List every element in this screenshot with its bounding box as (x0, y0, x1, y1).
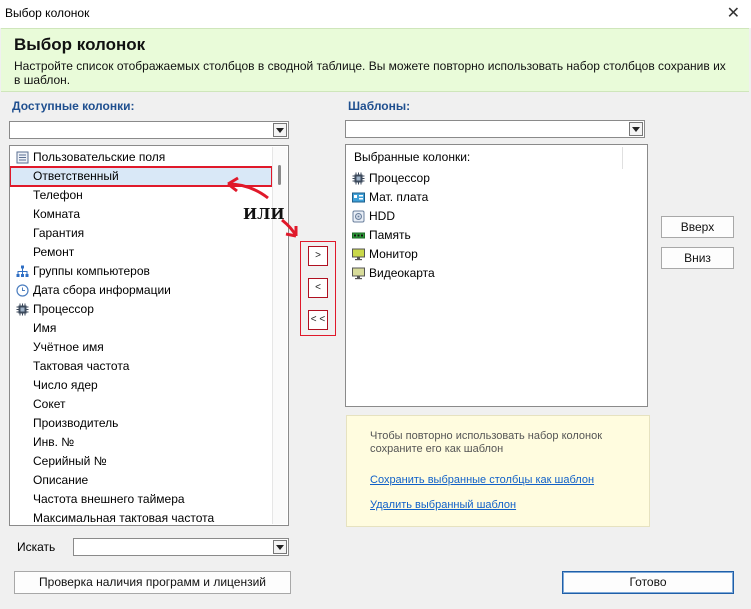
network-icon (16, 265, 29, 278)
search-combo[interactable] (73, 538, 289, 556)
dialog-description: Настройте список отображаемых столбцов в… (14, 59, 726, 87)
videocard-icon (352, 267, 365, 280)
available-column-label: Учётное имя (33, 340, 104, 354)
available-column-label: Комната (33, 207, 80, 221)
available-column-label: Сокет (33, 397, 66, 411)
available-column-item[interactable]: Производитель (10, 414, 272, 433)
available-column-label: Максимальная тактовая частота (33, 511, 215, 525)
available-column-item[interactable]: Частота внешнего таймера (10, 490, 272, 509)
available-column-label: Ответственный (33, 169, 119, 183)
list-icon (16, 151, 29, 164)
template-info-panel: Чтобы повторно использовать набор колоно… (346, 415, 650, 527)
available-column-label: Тактовая частота (33, 359, 130, 373)
remove-column-button[interactable]: < (308, 278, 328, 298)
available-column-label: Описание (33, 473, 89, 487)
move-up-button[interactable]: Вверх (661, 216, 734, 238)
monitor-icon (352, 248, 365, 261)
selected-column-label: Память (369, 228, 411, 242)
search-label: Искать (17, 540, 56, 554)
available-column-item[interactable]: Группы компьютеров (10, 262, 272, 281)
move-buttons-group: > < < < (300, 241, 336, 336)
cpu-icon (16, 303, 29, 316)
chevron-down-icon[interactable] (273, 123, 287, 137)
available-column-label: Инв. № (33, 435, 75, 449)
available-column-label: Ремонт (33, 245, 75, 259)
done-button[interactable]: Готово (562, 571, 734, 594)
move-down-button[interactable]: Вниз (661, 247, 734, 269)
dialog-title: Выбор колонок (14, 35, 146, 54)
available-column-item[interactable]: Максимальная тактовая частота (10, 509, 272, 525)
available-column-item[interactable]: Пользовательские поля (10, 148, 272, 167)
template-info-text: Чтобы повторно использовать набор колоно… (370, 430, 603, 455)
search-input[interactable] (76, 540, 268, 554)
delete-template-link[interactable]: Удалить выбранный шаблон (370, 499, 516, 511)
window-titlebar: Выбор колонок ✕ (0, 0, 751, 28)
selected-column-label: Видеокарта (369, 266, 435, 280)
clock-icon (16, 284, 29, 297)
available-column-label: Процессор (33, 302, 94, 316)
window-title: Выбор колонок (5, 6, 90, 20)
save-template-link[interactable]: Сохранить выбранные столбцы как шаблон (370, 474, 594, 486)
selected-column-label: Монитор (369, 247, 418, 261)
available-column-item[interactable]: Инв. № (10, 433, 272, 452)
available-column-item[interactable]: Число ядер (10, 376, 272, 395)
available-column-label: Группы компьютеров (33, 264, 150, 278)
available-column-item[interactable]: Описание (10, 471, 272, 490)
available-column-label: Гарантия (33, 226, 85, 240)
selected-column-label: Мат. плата (369, 190, 429, 204)
cpu-icon (352, 172, 365, 185)
available-columns-label: Доступные колонки: (12, 99, 135, 113)
close-icon[interactable]: ✕ (727, 3, 740, 23)
selected-column-label: Процессор (369, 171, 430, 185)
remove-all-columns-button[interactable]: < < (308, 310, 328, 330)
column-divider (622, 147, 623, 169)
available-column-item[interactable]: Серийный № (10, 452, 272, 471)
hdd-icon (352, 210, 365, 223)
available-column-label: Дата сбора информации (33, 283, 171, 297)
chevron-down-icon[interactable] (629, 122, 643, 136)
available-column-label: Серийный № (33, 454, 107, 468)
available-column-label: Число ядер (33, 378, 98, 392)
available-column-label: Производитель (33, 416, 119, 430)
memory-icon (352, 229, 365, 242)
available-column-item[interactable]: Дата сбора информации (10, 281, 272, 300)
available-columns-filter-combo[interactable] (9, 121, 289, 139)
add-column-button[interactable]: > (308, 246, 328, 266)
available-column-item[interactable]: Тактовая частота (10, 357, 272, 376)
dialog-header: Выбор колонок Настройте список отображае… (1, 28, 749, 92)
templates-combo[interactable] (345, 120, 645, 138)
templates-label: Шаблоны: (348, 99, 411, 113)
selected-columns-header: Выбранные колонки: (354, 150, 471, 164)
available-column-label: Частота внешнего таймера (33, 492, 185, 506)
available-column-label: Пользовательские поля (33, 150, 166, 164)
selected-columns-list[interactable]: Выбранные колонки: Процессор Мат. плата HD… (345, 144, 648, 407)
available-column-item[interactable]: Учётное имя (10, 338, 272, 357)
chevron-down-icon[interactable] (273, 540, 287, 554)
annotation-or-label: ИЛИ (243, 205, 285, 223)
available-column-item[interactable]: Процессор (10, 300, 272, 319)
selected-column-label: HDD (369, 209, 395, 223)
available-column-item[interactable]: Имя (10, 319, 272, 338)
available-column-label: Имя (33, 321, 57, 335)
available-column-label: Телефон (33, 188, 83, 202)
check-programs-licenses-button[interactable]: Проверка наличия программ и лицензий (14, 571, 291, 594)
available-column-item[interactable]: Сокет (10, 395, 272, 414)
motherboard-icon (352, 191, 365, 204)
